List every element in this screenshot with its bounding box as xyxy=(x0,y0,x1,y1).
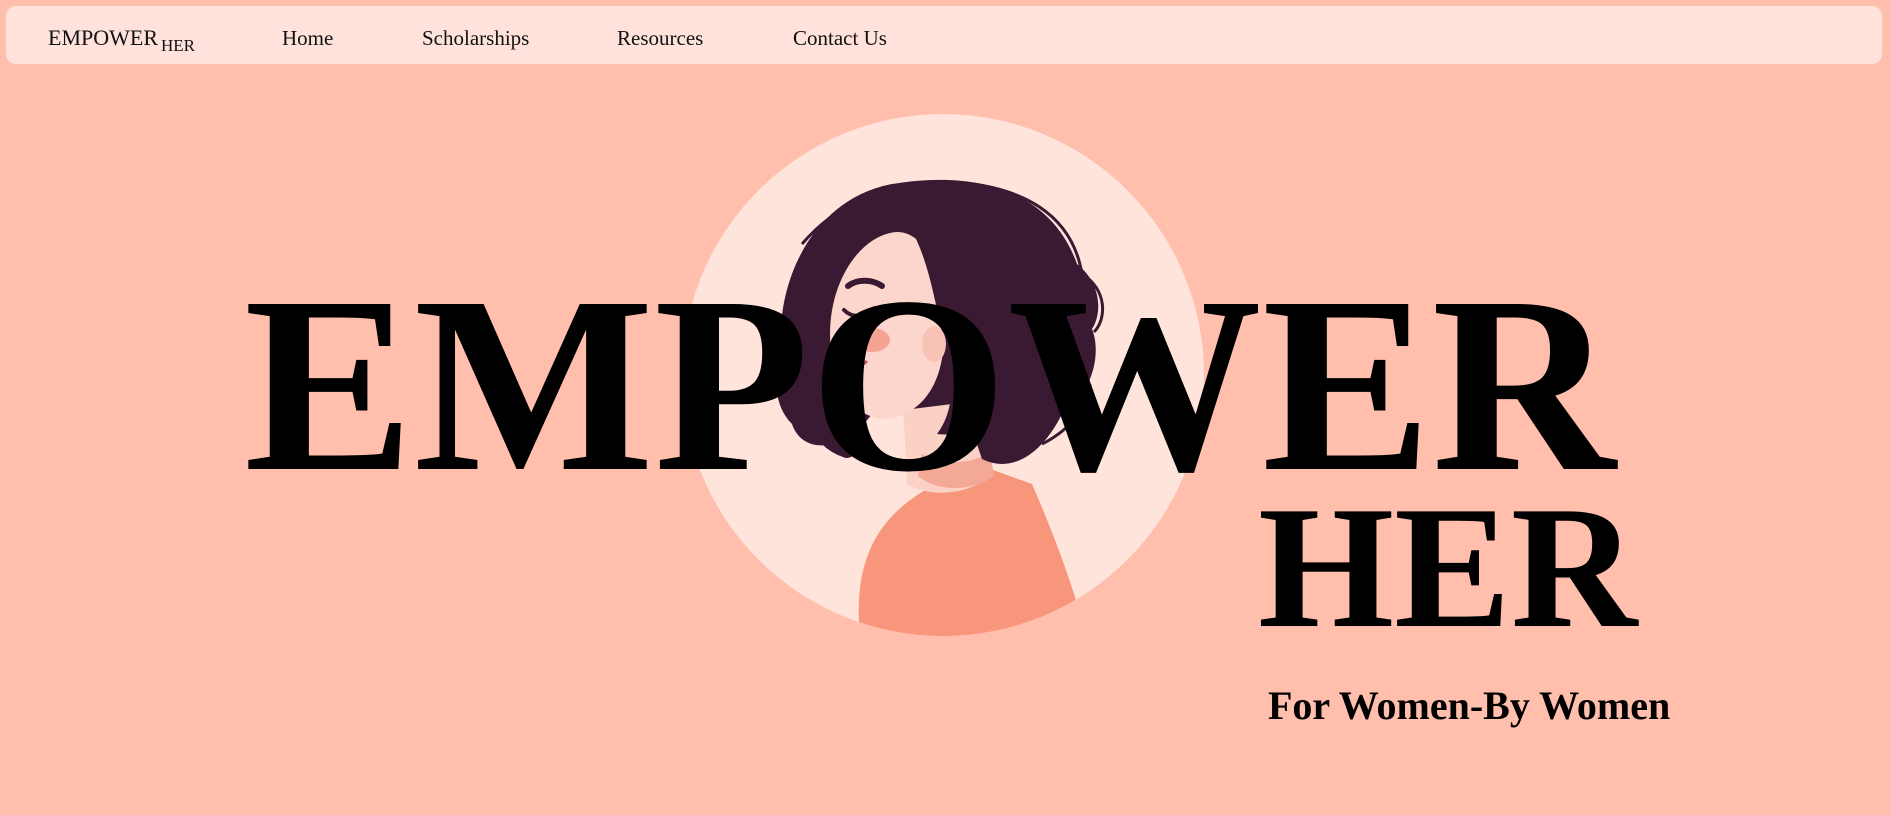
brand-main-text: EMPOWER xyxy=(48,25,158,50)
brand-logo[interactable]: EMPOWER HER xyxy=(48,25,195,55)
nav-link-home[interactable]: Home xyxy=(282,26,333,51)
page: EMPOWER HER Home Scholarships Resources C… xyxy=(0,0,1890,815)
hero-title-sub: HER xyxy=(1258,470,1638,664)
nav-link-contact-us[interactable]: Contact Us xyxy=(793,26,887,51)
nav-link-scholarships[interactable]: Scholarships xyxy=(422,26,529,51)
hero-tagline: For Women-By Women xyxy=(1268,683,1671,728)
nav-link-resources[interactable]: Resources xyxy=(617,26,703,51)
brand-sub-text: HER xyxy=(161,36,195,55)
navbar: EMPOWER HER Home Scholarships Resources C… xyxy=(6,6,1882,64)
